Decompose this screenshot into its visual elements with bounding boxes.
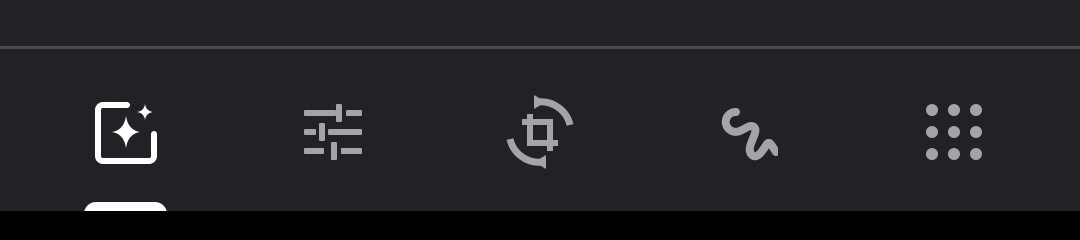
bottom-strip	[0, 211, 1080, 240]
toolbar-divider	[0, 46, 1080, 49]
sliders-icon	[304, 104, 362, 160]
crop-rotate-icon	[506, 95, 574, 169]
tool-more-button[interactable]	[909, 90, 999, 174]
tool-markup-button[interactable]	[701, 90, 791, 174]
photo-editor-toolbar	[0, 0, 1080, 211]
tool-adjust-button[interactable]	[288, 90, 378, 174]
auto-enhance-sparkle-icon	[95, 102, 157, 164]
tool-crop-rotate-button[interactable]	[495, 90, 585, 174]
markup-squiggle-icon	[721, 108, 778, 161]
apps-grid-icon	[926, 104, 982, 160]
tool-suggestions-button[interactable]	[81, 90, 171, 174]
